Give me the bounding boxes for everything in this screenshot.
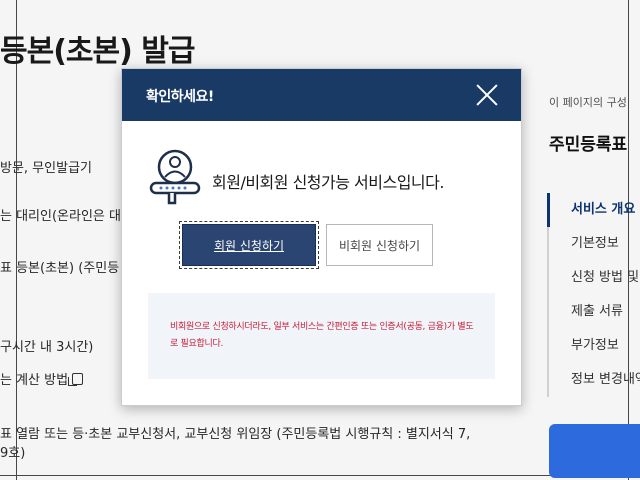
member-apply-button[interactable]: 회원 신청하기 bbox=[179, 221, 319, 269]
notice-text: 비회원으로 신청하시더라도, 일부 서비스는 간편인증 또는 인증서(공동, 금… bbox=[170, 322, 474, 349]
dialog-message: 회원/비회원 신청가능 서비스입니다. bbox=[212, 173, 444, 192]
notice-box: 비회원으로 신청하시더라도, 일부 서비스는 간편인증 또는 인증서(공동, 금… bbox=[148, 293, 495, 379]
nonmember-apply-button[interactable]: 비회원 신청하기 bbox=[326, 224, 433, 266]
dialog-header: 확인하세요! bbox=[122, 69, 521, 121]
dialog-title: 확인하세요! bbox=[146, 89, 214, 105]
close-icon[interactable] bbox=[473, 81, 501, 109]
user-info-icon bbox=[149, 149, 201, 205]
confirm-dialog: 확인하세요! 회원/비회원 신청가능 서비스입니다. 회원 신청하기 비회원 신… bbox=[121, 68, 522, 406]
